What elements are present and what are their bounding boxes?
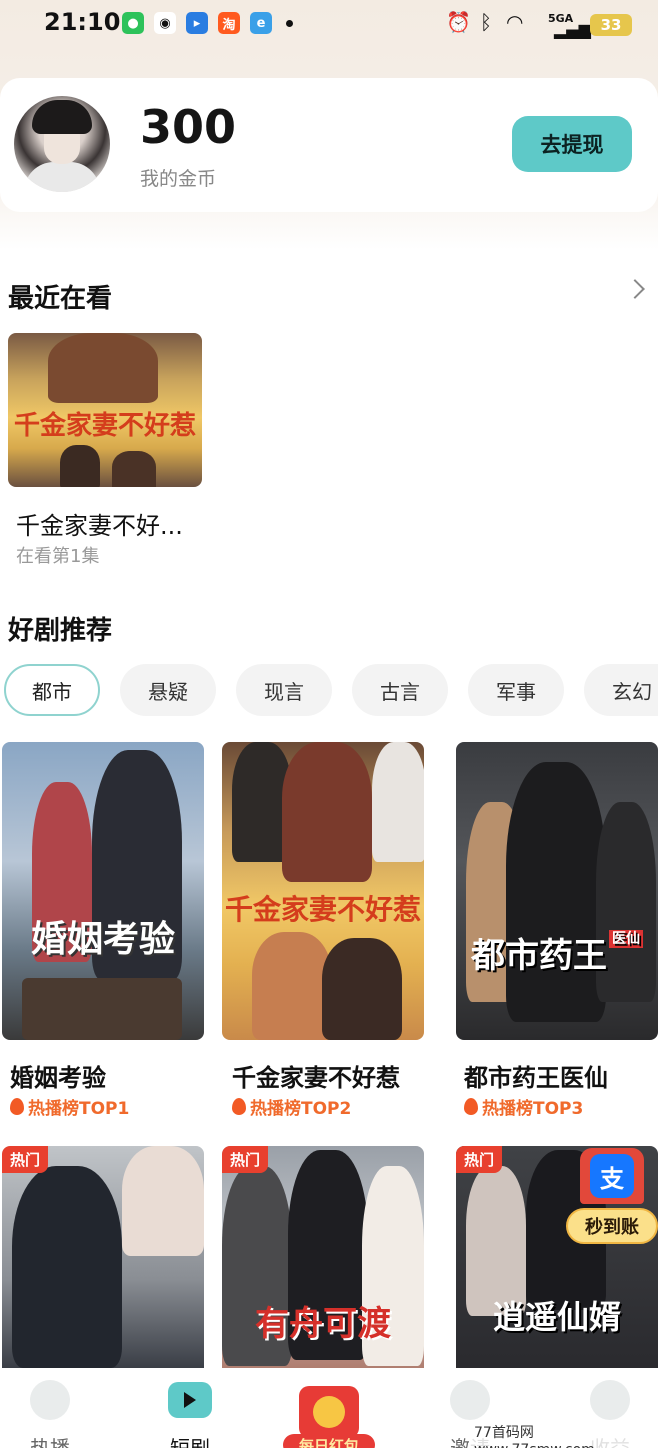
coin-label: 我的金币: [140, 168, 217, 190]
fire-icon: [464, 1098, 478, 1115]
drama-poster[interactable]: 有舟可渡 热门: [222, 1146, 424, 1368]
drama-name[interactable]: 都市药王医仙: [464, 1058, 608, 1093]
nav-hot[interactable]: 热播: [0, 1368, 100, 1448]
film-reel-icon: [30, 1380, 70, 1420]
signal-icon: ▂▄▆: [554, 20, 591, 39]
recent-drama-name[interactable]: 千金家妻不好...: [16, 506, 183, 541]
taobao-icon: 淘: [218, 12, 240, 34]
watermark: 77首码网 www.77smw.com: [470, 1420, 658, 1448]
rank-label: 热播榜TOP2: [232, 1094, 351, 1119]
tab-urban[interactable]: 都市: [4, 664, 100, 716]
poster-title: 逍遥仙婿: [492, 1298, 621, 1336]
status-time: 21:10: [44, 8, 121, 36]
fire-icon: [10, 1098, 24, 1115]
alarm-icon: ⏰: [446, 10, 471, 34]
rank-label: 热播榜TOP3: [464, 1094, 583, 1119]
tab-ancient-romance[interactable]: 古言: [352, 664, 448, 716]
recommend-section-title: 好剧推荐: [8, 616, 113, 646]
recent-poster[interactable]: 千金家妻不好惹: [8, 333, 202, 487]
drama-poster[interactable]: 千金家妻不好惹: [222, 742, 424, 1040]
poster-title: 有舟可渡: [255, 1304, 391, 1344]
nav-daily-redpacket[interactable]: 每日红包: [283, 1386, 375, 1448]
poster-title: 婚姻考验: [30, 918, 175, 960]
hot-badge: 热门: [2, 1146, 49, 1173]
drama-poster[interactable]: 热门: [2, 1146, 204, 1368]
coin-value: 300: [140, 100, 237, 154]
smile-icon: [590, 1380, 630, 1420]
qq-icon: ◉: [154, 12, 176, 34]
tab-modern-romance[interactable]: 现言: [236, 664, 332, 716]
fire-icon: [232, 1098, 246, 1115]
battery-indicator: 33: [590, 14, 632, 36]
poster-title: 千金家妻不好惹: [224, 893, 421, 926]
nav-short-drama[interactable]: 短剧: [140, 1368, 240, 1448]
chevron-right-icon[interactable]: [625, 279, 645, 299]
avatar[interactable]: [14, 96, 110, 192]
wechat-icon: ●: [122, 12, 144, 34]
withdraw-button[interactable]: 去提现: [512, 116, 632, 172]
drama-name[interactable]: 千金家妻不好惹: [232, 1058, 400, 1093]
alipay-promo-label: 秒到账: [566, 1208, 658, 1244]
poster-title: 都市药王 医仙: [456, 928, 658, 977]
coin-card: 300 我的金币 去提现: [0, 78, 658, 212]
alipay-promo[interactable]: 支 秒到账: [566, 1148, 658, 1248]
wechat-coin-icon: [313, 1396, 345, 1428]
planet-icon: [450, 1380, 490, 1420]
more-notifications-icon: [286, 20, 293, 27]
recent-episode: 在看第1集: [16, 546, 100, 567]
tab-suspense[interactable]: 悬疑: [120, 664, 216, 716]
tab-military[interactable]: 军事: [468, 664, 564, 716]
rank-label: 热播榜TOP1: [10, 1094, 129, 1119]
tab-fantasy[interactable]: 玄幻: [584, 664, 658, 716]
drama-name[interactable]: 婚姻考验: [10, 1058, 106, 1093]
hot-badge: 热门: [456, 1146, 503, 1173]
video-camera-icon: [168, 1382, 212, 1418]
drama-poster[interactable]: 都市药王 医仙: [456, 742, 658, 1040]
wifi-icon: ◠: [506, 10, 524, 34]
status-bar: 21:10 ● ◉ ▸ 淘 e ⏰ ᛒ ◠ 5GA ▂▄▆ 33: [0, 0, 658, 52]
recent-poster-title: 千金家妻不好惹: [13, 411, 196, 441]
hot-badge: 热门: [222, 1146, 269, 1173]
nav-app-icon: ▸: [186, 12, 208, 34]
bluetooth-icon: ᛒ: [480, 10, 492, 34]
browser-icon: e: [250, 12, 272, 34]
drama-poster[interactable]: 婚姻考验: [2, 742, 204, 1040]
recent-section-title: 最近在看: [8, 284, 113, 314]
alipay-icon: 支: [590, 1154, 634, 1198]
